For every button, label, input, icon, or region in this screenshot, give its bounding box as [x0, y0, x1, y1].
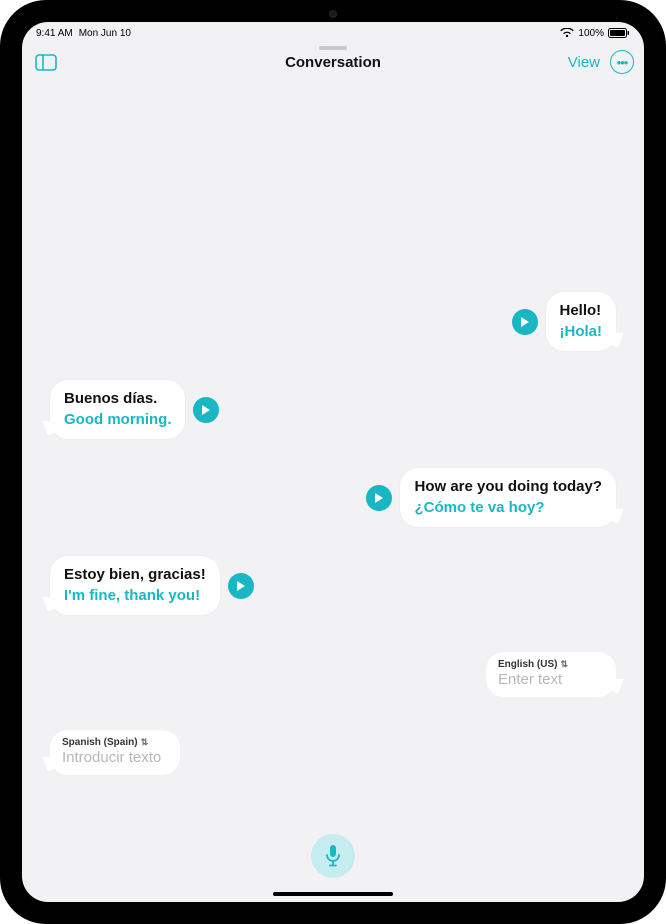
status-date: Mon Jun 10 [79, 28, 131, 39]
conversation-area: Hello! ¡Hola! Buenos días. Good morning. [22, 82, 644, 902]
more-button[interactable]: ••• [610, 50, 634, 74]
updown-icon: ⇅ [560, 659, 568, 670]
message-bubble[interactable]: Hello! ¡Hola! [546, 292, 617, 351]
message-bubble[interactable]: Estoy bien, gracias! I'm fine, thank you… [50, 556, 220, 615]
text-input[interactable]: Introducir texto [62, 749, 168, 766]
message-source-text: Buenos días. [64, 389, 171, 409]
page-title: Conversation [22, 54, 644, 71]
message-source-text: Hello! [560, 301, 603, 321]
input-bubble-spanish[interactable]: Spanish (Spain) ⇅ Introducir texto [50, 730, 180, 775]
ipad-device-frame: 9:41 AM Mon Jun 10 100% Conversation [0, 0, 666, 924]
battery-percent: 100% [578, 28, 604, 39]
message-row: Estoy bien, gracias! I'm fine, thank you… [50, 556, 254, 615]
play-button[interactable] [512, 309, 538, 335]
language-label: English (US) [498, 659, 557, 670]
wifi-icon [560, 28, 574, 38]
microphone-button[interactable] [311, 834, 355, 878]
microphone-icon [324, 844, 342, 868]
input-bubble-english[interactable]: English (US) ⇅ Enter text [486, 652, 616, 697]
play-button[interactable] [193, 397, 219, 423]
text-input[interactable]: Enter text [498, 671, 604, 688]
play-icon [201, 404, 211, 416]
front-camera [329, 10, 337, 18]
message-source-text: How are you doing today? [414, 477, 602, 497]
message-translation-text: ¡Hola! [560, 322, 603, 342]
message-row: How are you doing today? ¿Cómo te va hoy… [366, 468, 616, 527]
language-selector[interactable]: English (US) ⇅ [498, 659, 604, 670]
message-translation-text: Good morning. [64, 410, 171, 430]
nav-bar: Conversation View ••• [22, 42, 644, 82]
updown-icon: ⇅ [141, 737, 149, 748]
ellipsis-icon: ••• [617, 55, 628, 70]
status-bar: 9:41 AM Mon Jun 10 100% [22, 22, 644, 42]
message-source-text: Estoy bien, gracias! [64, 565, 206, 585]
play-icon [520, 316, 530, 328]
sidebar-toggle-button[interactable] [32, 48, 60, 76]
language-label: Spanish (Spain) [62, 737, 138, 748]
message-bubble[interactable]: Buenos días. Good morning. [50, 380, 185, 439]
view-button[interactable]: View [568, 54, 600, 71]
play-icon [374, 492, 384, 504]
message-translation-text: ¿Cómo te va hoy? [414, 498, 602, 518]
message-row: Buenos días. Good morning. [50, 380, 219, 439]
play-button[interactable] [366, 485, 392, 511]
home-indicator[interactable] [273, 892, 393, 896]
language-selector[interactable]: Spanish (Spain) ⇅ [62, 737, 168, 748]
status-time: 9:41 AM [36, 28, 73, 39]
battery-icon [608, 28, 630, 38]
message-row: Hello! ¡Hola! [512, 292, 617, 351]
screen: 9:41 AM Mon Jun 10 100% Conversation [22, 22, 644, 902]
message-translation-text: I'm fine, thank you! [64, 586, 206, 606]
play-button[interactable] [228, 573, 254, 599]
message-bubble[interactable]: How are you doing today? ¿Cómo te va hoy… [400, 468, 616, 527]
play-icon [236, 580, 246, 592]
